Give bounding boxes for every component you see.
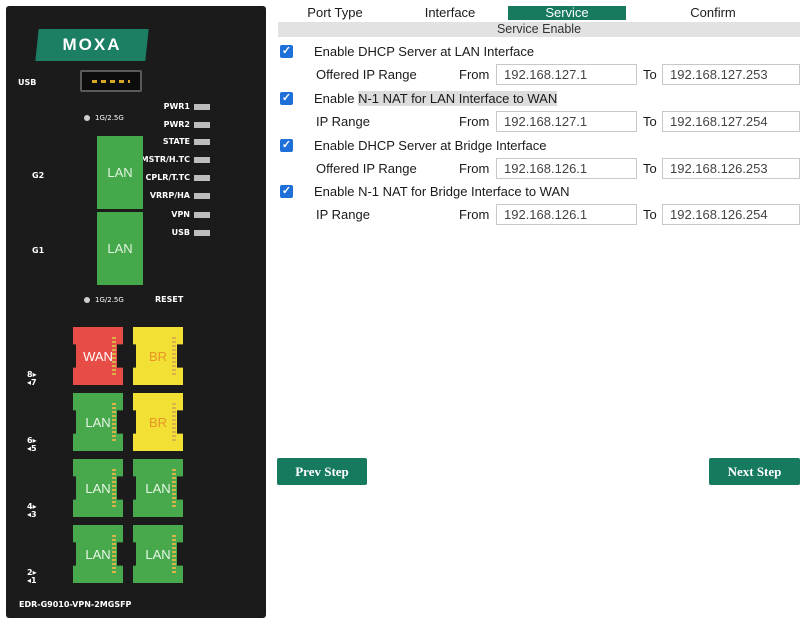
range-label: IP Range (316, 114, 370, 129)
from-label: From (459, 207, 490, 222)
nat-lan-label: Enable N-1 NAT for LAN Interface to WAN (314, 91, 558, 106)
reset-label: RESET (155, 295, 184, 304)
usb-label: USB (18, 78, 37, 87)
dhcp-bridge-from-input[interactable]: 192.168.126.1 (496, 158, 637, 179)
wizard-steps: Port Type Interface Service Confirm (278, 6, 800, 20)
to-label: To (643, 67, 657, 82)
nat-lan-to-input[interactable]: 192.168.127.254 (662, 111, 800, 132)
port-1-lan: LAN (133, 525, 183, 583)
speed-indicator-bottom (84, 297, 90, 303)
port-pair-label: 2▸ ◂1 (27, 568, 37, 585)
port-pair-label: 6▸ ◂5 (27, 436, 37, 453)
nat-bridge-to-input[interactable]: 192.168.126.254 (662, 204, 800, 225)
to-label: To (643, 114, 657, 129)
speed-indicator-top (84, 115, 90, 121)
device-front-panel: MOXA USB 1G/2.5G PWR1 PWR2 STATE MSTR/H.… (6, 6, 266, 618)
dhcp-lan-to-input[interactable]: 192.168.127.253 (662, 64, 800, 85)
range-label: Offered IP Range (316, 67, 417, 82)
step-interface: Interface (424, 5, 476, 20)
port-5-br: BR (133, 393, 183, 451)
led-pwr2: PWR2 (164, 120, 210, 129)
dhcp-lan-label: Enable DHCP Server at LAN Interface (314, 44, 535, 59)
range-label: IP Range (316, 207, 370, 222)
nat-lan-from-input[interactable]: 192.168.127.1 (496, 111, 637, 132)
dhcp-lan-from-input[interactable]: 192.168.127.1 (496, 64, 637, 85)
g2-label: G2 (32, 171, 45, 180)
nat-lan-checkbox[interactable]: ✓ (280, 92, 293, 105)
nat-bridge-label: Enable N-1 NAT for Bridge Interface to W… (314, 184, 570, 199)
nat-bridge-checkbox[interactable]: ✓ (280, 185, 293, 198)
dhcp-bridge-checkbox[interactable]: ✓ (280, 139, 293, 152)
dhcp-lan-checkbox[interactable]: ✓ (280, 45, 293, 58)
dhcp-bridge-label: Enable DHCP Server at Bridge Interface (314, 138, 547, 153)
from-label: From (459, 67, 490, 82)
speed-label-top: 1G/2.5G (95, 114, 124, 122)
led-usb: USB (172, 228, 210, 237)
step-port-type: Port Type (307, 5, 363, 20)
port-pair-label: 4▸ ◂3 (27, 502, 37, 519)
dhcp-bridge-to-input[interactable]: 192.168.126.253 (662, 158, 800, 179)
led-pwr1: PWR1 (164, 102, 210, 111)
led-mstr: MSTR/H.TC (141, 155, 210, 164)
nat-bridge-from-input[interactable]: 192.168.126.1 (496, 204, 637, 225)
next-step-button[interactable]: Next Step (709, 458, 800, 485)
port-2-lan: LAN (73, 525, 123, 583)
g1-port: LAN (97, 212, 143, 285)
port-7-br: BR (133, 327, 183, 385)
moxa-logo: MOXA (35, 29, 149, 61)
section-title: Service Enable (278, 22, 800, 37)
g2-port: LAN (97, 136, 143, 209)
port-6-lan: LAN (73, 393, 123, 451)
led-cplr: CPLR/T.TC (145, 173, 210, 182)
port-pair-label: 8▸ ◂7 (27, 370, 37, 387)
port-8-wan: WAN (73, 327, 123, 385)
g1-label: G1 (32, 246, 45, 255)
from-label: From (459, 161, 490, 176)
step-confirm: Confirm (690, 5, 736, 20)
usb-port (80, 70, 142, 92)
step-service: Service (508, 6, 626, 20)
prev-step-button[interactable]: Prev Step (277, 458, 367, 485)
range-label: Offered IP Range (316, 161, 417, 176)
speed-label-bottom: 1G/2.5G (95, 296, 124, 304)
to-label: To (643, 161, 657, 176)
led-vrrp: VRRP/HA (150, 191, 210, 200)
to-label: To (643, 207, 657, 222)
port-3-lan: LAN (133, 459, 183, 517)
from-label: From (459, 114, 490, 129)
model-label: EDR-G9010-VPN-2MGSFP (19, 600, 132, 609)
port-4-lan: LAN (73, 459, 123, 517)
led-vpn: VPN (171, 210, 210, 219)
led-state: STATE (163, 137, 210, 146)
